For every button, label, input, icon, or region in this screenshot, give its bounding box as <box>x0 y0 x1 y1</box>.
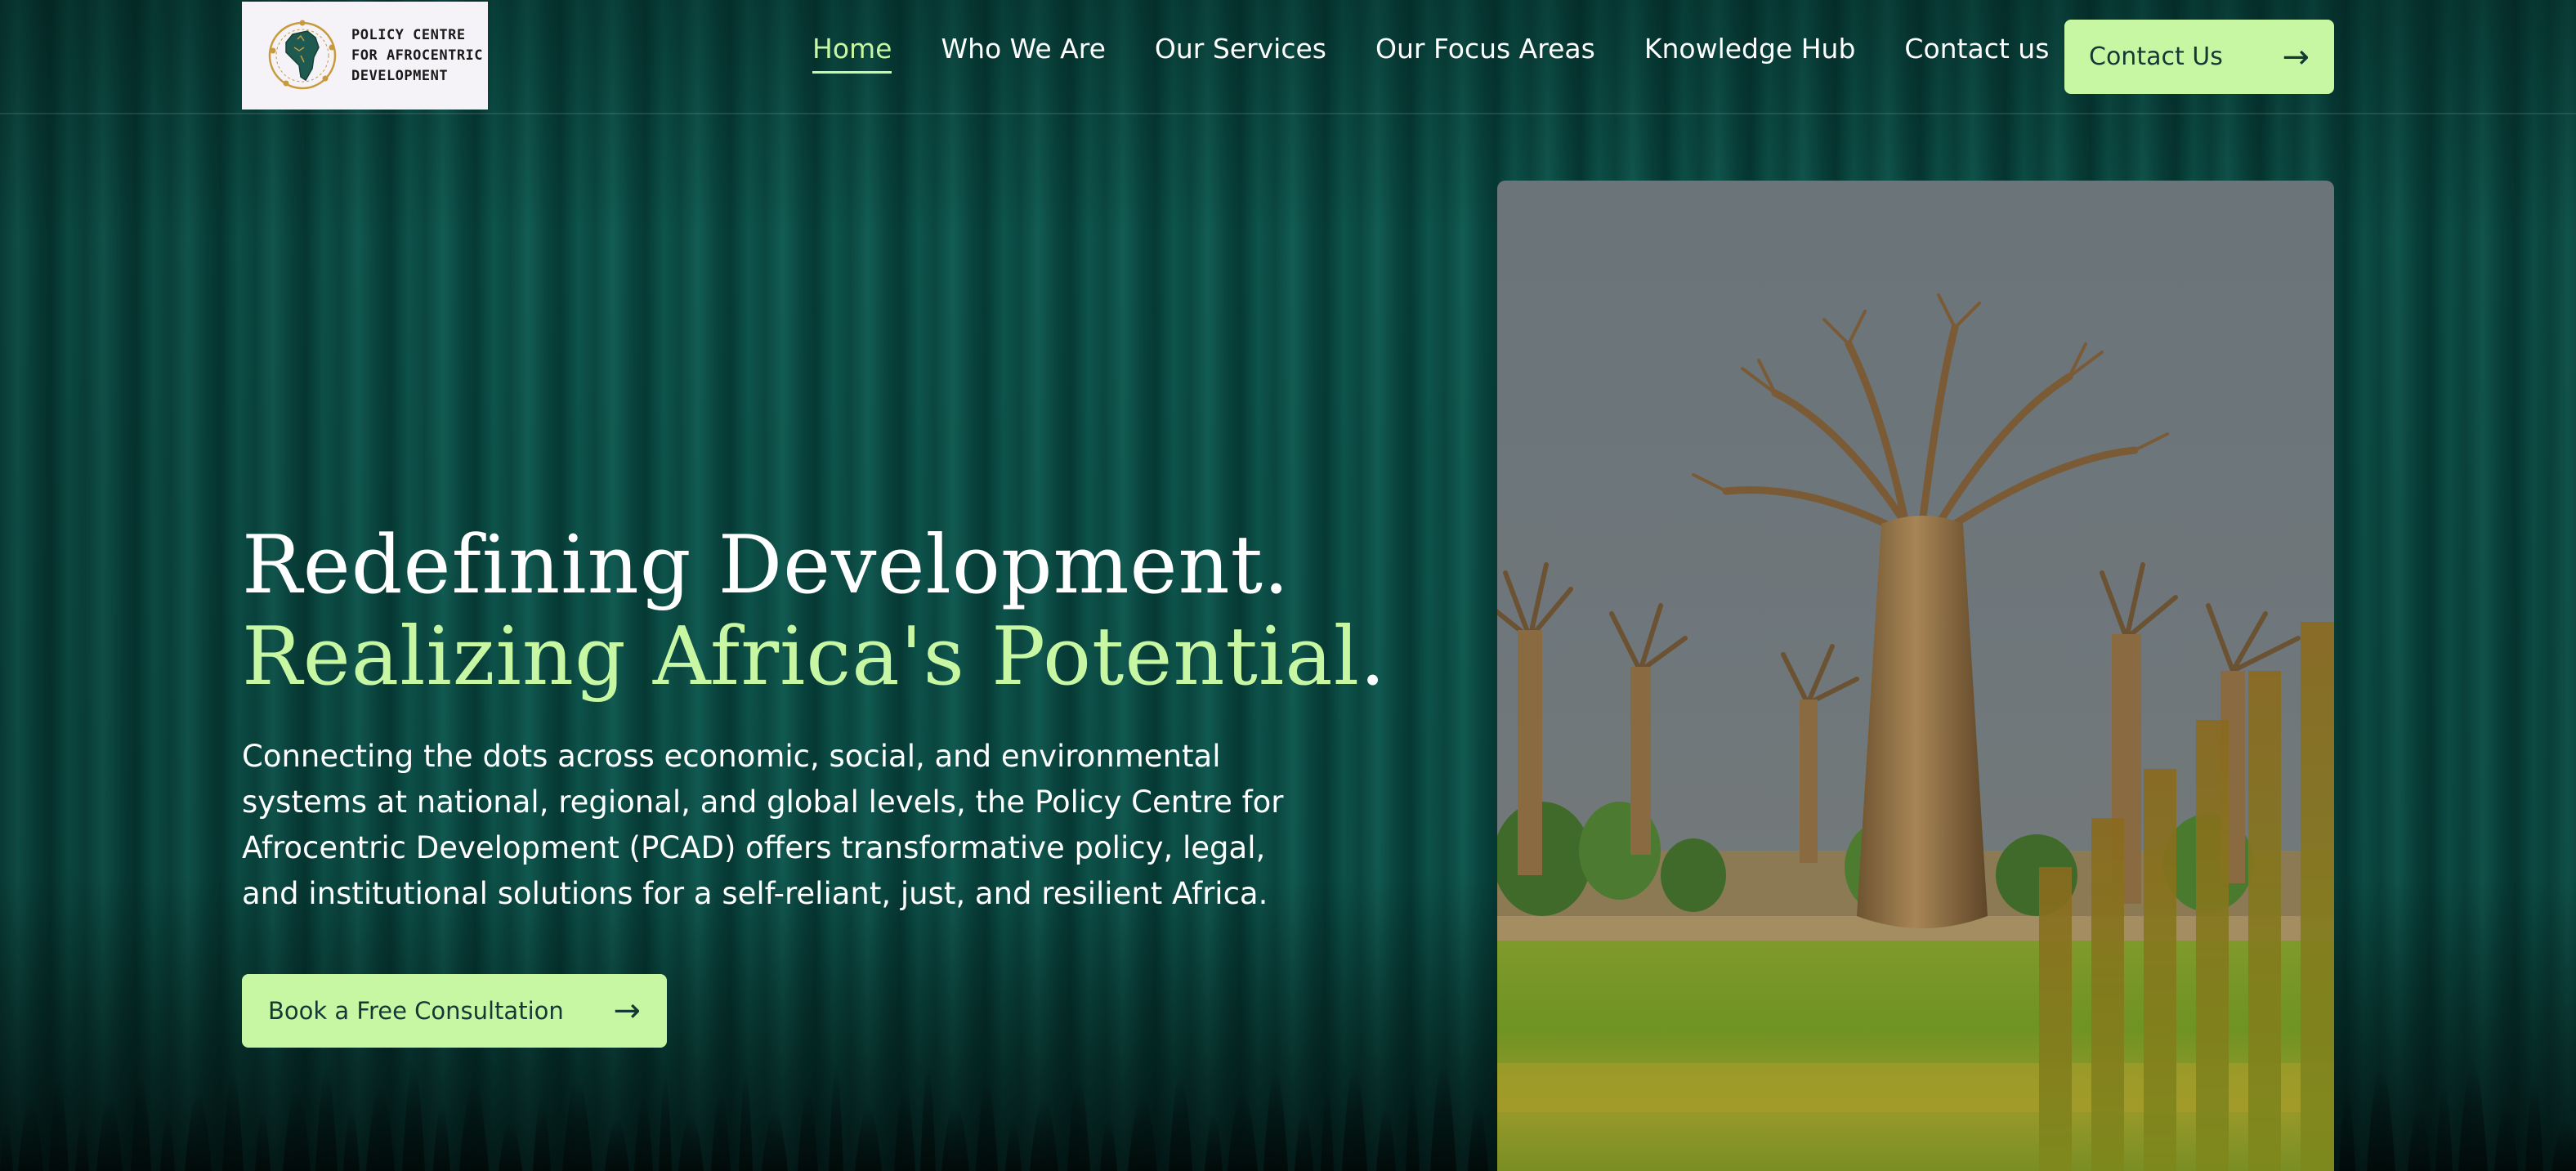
arrow-right-icon: → <box>613 992 641 1030</box>
background-spike <box>433 1103 450 1171</box>
site-header: POLICY CENTRE FOR AFROCENTRIC DEVELOPMEN… <box>0 0 2576 114</box>
arrow-right-icon: → <box>2282 38 2310 76</box>
background-spike <box>1169 1074 1192 1171</box>
background-spike <box>829 1067 843 1171</box>
background-spike <box>798 1088 818 1171</box>
background-spike <box>283 1089 311 1171</box>
baobab-illustration <box>1497 181 2334 1171</box>
hero-section: Redefining Development. Realizing Africa… <box>242 519 1385 917</box>
background-spike <box>1067 1078 1090 1171</box>
nav-item-knowledge-hub[interactable]: Knowledge Hub <box>1644 33 1856 74</box>
background-spike <box>1342 1066 1367 1171</box>
book-consultation-button-label: Book a Free Consultation <box>268 997 564 1025</box>
africa-globe-logo-icon <box>268 20 337 90</box>
background-spike <box>1128 1096 1157 1171</box>
nav-item-who-we-are[interactable]: Who We Are <box>941 33 1105 74</box>
background-spike <box>1321 1088 1334 1171</box>
hero-title-line-2: Realizing Africa's Potential <box>242 610 1361 704</box>
background-spike <box>762 1111 788 1171</box>
background-spike <box>1030 1099 1058 1171</box>
main-nav: Home Who We Are Our Services Our Focus A… <box>812 33 2049 74</box>
background-spike <box>533 1100 551 1171</box>
hero-description: Connecting the dots across economic, soc… <box>242 739 1284 911</box>
background-spike <box>1228 1092 1258 1171</box>
nav-item-our-focus-areas[interactable]: Our Focus Areas <box>1375 33 1595 74</box>
background-spike <box>1295 1110 1313 1171</box>
baobab-trees-photo <box>1497 181 2334 1171</box>
nav-item-contact-us[interactable]: Contact us <box>1904 33 2049 74</box>
background-spike <box>75 1118 89 1171</box>
background-spike <box>1263 1070 1288 1171</box>
hero-title: Redefining Development. Realizing Africa… <box>242 519 1385 703</box>
background-spike <box>222 1071 244 1171</box>
background-spike <box>976 1081 998 1171</box>
background-spike <box>96 1097 123 1171</box>
background-spike <box>920 1063 936 1171</box>
background-spike <box>255 1111 271 1171</box>
hero-title-line-1: Redefining Development. <box>242 519 1290 612</box>
background-spike <box>2367 1066 2395 1171</box>
background-spike <box>2408 1106 2431 1171</box>
background-spike <box>2551 1120 2576 1171</box>
logo-line-2: FOR AFROCENTRIC <box>351 47 484 64</box>
background-spike <box>855 1106 882 1171</box>
background-spike <box>739 1070 753 1171</box>
background-spike <box>49 1079 69 1171</box>
background-spike <box>0 1122 13 1171</box>
background-spike <box>894 1085 915 1171</box>
background-spike <box>2494 1102 2518 1171</box>
background-spike <box>499 1121 522 1171</box>
background-spike <box>459 1082 489 1171</box>
background-spike <box>605 1118 629 1171</box>
background-spike <box>1468 1102 1488 1171</box>
background-spike <box>1205 1114 1223 1171</box>
background-spike <box>2435 1084 2453 1171</box>
background-spike <box>160 1115 175 1171</box>
contact-us-button-label: Contact Us <box>2089 42 2223 71</box>
background-spike <box>315 1067 338 1171</box>
background-spike <box>1376 1106 1396 1171</box>
book-consultation-button[interactable]: Book a Free Consultation → <box>242 974 667 1048</box>
background-spike <box>1430 1063 1456 1171</box>
site-logo[interactable]: POLICY CENTRE FOR AFROCENTRIC DEVELOPMEN… <box>242 2 488 110</box>
background-spike <box>366 1085 395 1171</box>
background-spike <box>678 1114 704 1171</box>
background-spike <box>711 1093 731 1171</box>
background-spike <box>659 1075 672 1171</box>
logo-line-3: DEVELOPMENT <box>351 67 449 84</box>
background-spike <box>562 1078 593 1171</box>
background-spike <box>2339 1088 2355 1171</box>
background-spike <box>2525 1080 2543 1171</box>
background-spike <box>1406 1084 1420 1171</box>
background-spike <box>634 1096 653 1171</box>
logo-text: POLICY CENTRE FOR AFROCENTRIC DEVELOPMEN… <box>351 25 483 87</box>
background-spike <box>18 1100 43 1171</box>
background-spike <box>185 1093 212 1171</box>
nav-item-our-services[interactable]: Our Services <box>1155 33 1326 74</box>
nav-item-home[interactable]: Home <box>812 33 892 74</box>
logo-line-1: POLICY CENTRE <box>351 26 466 43</box>
hero-title-period: . <box>1360 610 1387 704</box>
background-spike <box>941 1103 969 1171</box>
page: POLICY CENTRE FOR AFROCENTRIC DEVELOPMEN… <box>0 0 2576 1171</box>
background-spike <box>131 1075 151 1171</box>
background-spike <box>2458 1062 2488 1171</box>
background-spike <box>1005 1121 1022 1171</box>
background-spike <box>1100 1117 1117 1171</box>
contact-us-button[interactable]: Contact Us → <box>2064 20 2334 94</box>
background-spike <box>343 1107 360 1171</box>
background-spike <box>402 1064 425 1171</box>
